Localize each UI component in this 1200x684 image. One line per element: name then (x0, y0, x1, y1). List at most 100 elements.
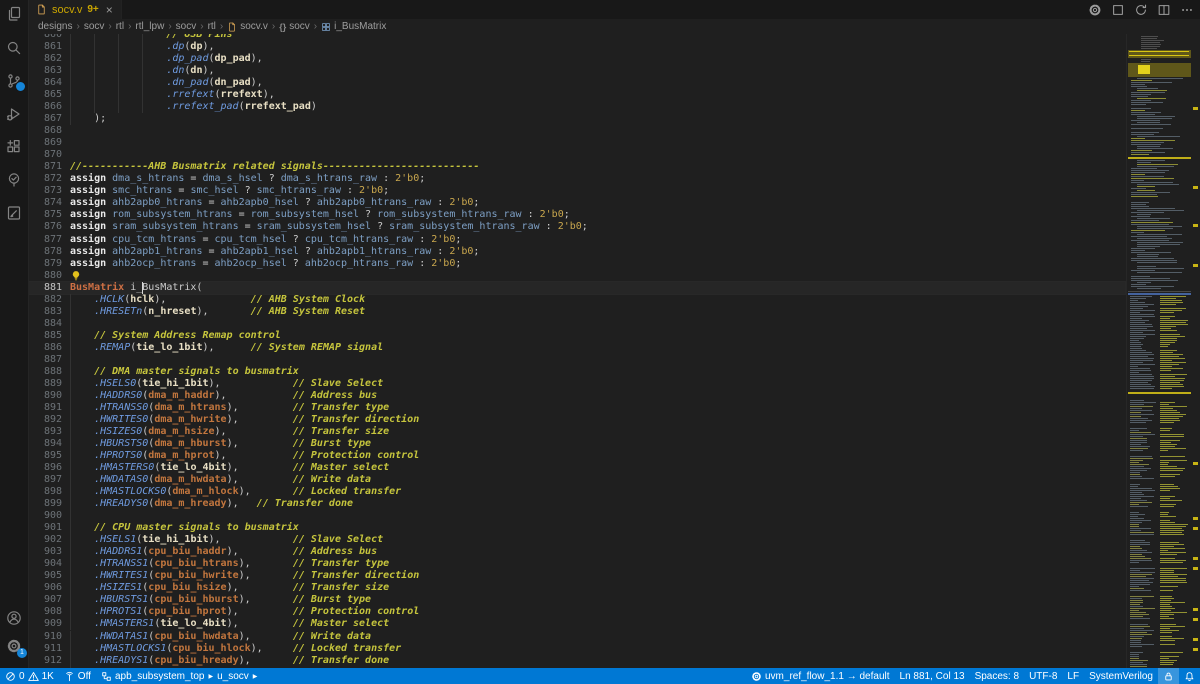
code-line-860[interactable]: 860 // USB Pins (28, 34, 1125, 41)
status-lock[interactable] (1158, 668, 1179, 684)
code-area[interactable]: 860 // USB Pins861 .dp(dp),862 .dp_pad(d… (28, 34, 1200, 668)
line-number: 862 (28, 53, 62, 65)
line-number: 877 (28, 234, 62, 246)
split-editor-icon[interactable] (1157, 3, 1171, 17)
code-line-900[interactable]: 900 (28, 510, 1125, 522)
code-line-893[interactable]: 893 .HSIZES0(dma_m_hsize), // Transfer s… (28, 426, 1125, 438)
code-line-894[interactable]: 894 .HBURSTS0(dma_m_hburst), // Burst ty… (28, 438, 1125, 450)
minimap[interactable] (1126, 34, 1192, 668)
breadcrumb-item[interactable]: rtl (116, 21, 124, 32)
code-line-886[interactable]: 886 .REMAP(tie_lo_1bit), // System REMAP… (28, 342, 1125, 354)
status-indentation[interactable]: Spaces: 8 (970, 668, 1024, 684)
code-line-906[interactable]: 906 .HSIZES1(cpu_biu_hsize), // Transfer… (28, 582, 1125, 594)
code-line-868[interactable]: 868 (28, 125, 1125, 137)
activity-account-icon[interactable] (6, 610, 22, 626)
triangle-separator-icon: ▶ (207, 673, 214, 680)
code-line-912[interactable]: 912 .HREADYS1(cpu_biu_hready), // Transf… (28, 655, 1125, 667)
code-line-884[interactable]: 884 (28, 318, 1125, 330)
code-line-867[interactable]: 867 ); (28, 113, 1125, 125)
status-cursor-position[interactable]: Ln 881, Col 13 (895, 668, 970, 684)
code-line-904[interactable]: 904 .HTRANSS1(cpu_biu_htrans), // Transf… (28, 558, 1125, 570)
code-line-889[interactable]: 889 .HSELS0(tie_hi_1bit), // Slave Selec… (28, 378, 1125, 390)
code-line-882[interactable]: 882 .HCLK(hclk), // AHB System Clock (28, 294, 1125, 306)
code-line-898[interactable]: 898 .HMASTLOCKS0(dma_m_hlock), // Locked… (28, 486, 1125, 498)
code-line-890[interactable]: 890 .HADDRS0(dma_m_haddr), // Address bu… (28, 390, 1125, 402)
breadcrumb-item[interactable]: i_BusMatrix (321, 21, 386, 32)
code-line-865[interactable]: 865 .rrefext(rrefext), (28, 89, 1125, 101)
activity-extensions-icon[interactable] (6, 139, 22, 155)
status-language-mode[interactable]: SystemVerilog (1084, 668, 1158, 684)
sync-icon[interactable] (1134, 3, 1148, 17)
status-encoding[interactable]: UTF-8 (1024, 668, 1062, 684)
status-module-scope[interactable]: apb_subsystem_top▶u_socv▶ (96, 668, 263, 684)
close-icon[interactable]: × (106, 4, 113, 16)
code-line-895[interactable]: 895 .HPROTS0(dma_m_hprot), // Protection… (28, 450, 1125, 462)
code-line-910[interactable]: 910 .HWDATAS1(cpu_biu_hwdata), // Write … (28, 631, 1125, 643)
code-line-888[interactable]: 888 // DMA master signals to busmatrix (28, 366, 1125, 378)
code-line-896[interactable]: 896 .HMASTERS0(tie_lo_4bit), // Master s… (28, 462, 1125, 474)
code-line-879[interactable]: 879assign ahb2ocp_htrans = ahb2ocp_hsel … (28, 258, 1125, 270)
breadcrumb-item[interactable]: designs (38, 21, 72, 32)
code-line-901[interactable]: 901 // CPU master signals to busmatrix (28, 522, 1125, 534)
activity-settings-icon[interactable]: 1 (6, 638, 22, 654)
lightbulb-icon[interactable] (70, 270, 82, 282)
code-line-874[interactable]: 874assign ahb2apb0_htrans = ahb2apb0_hse… (28, 197, 1125, 209)
code-line-878[interactable]: 878assign ahb2apb1_htrans = ahb2apb1_hse… (28, 246, 1125, 258)
code-line-862[interactable]: 862 .dp_pad(dp_pad), (28, 53, 1125, 65)
activity-source-control-icon[interactable] (6, 73, 22, 89)
activity-notebook-icon[interactable] (6, 205, 22, 221)
code-line-877[interactable]: 877assign cpu_tcm_htrans = cpu_tcm_hsel … (28, 234, 1125, 246)
code-line-870[interactable]: 870 (28, 149, 1125, 161)
breadcrumb-item[interactable]: rtl_lpw (135, 21, 164, 32)
activity-run-debug-icon[interactable] (6, 106, 22, 122)
code-line-873[interactable]: 873assign smc_htrans = smc_hsel ? smc_ht… (28, 185, 1125, 197)
code-line-881[interactable]: 881BusMatrix i_BusMatrix( (28, 282, 1125, 294)
activity-testing-icon[interactable] (6, 172, 22, 188)
line-number: 880 (28, 270, 62, 282)
status-profile[interactable]: uvm_ref_flow_1.1 → default (746, 668, 895, 684)
code-line-892[interactable]: 892 .HWRITES0(dma_m_hwrite), // Transfer… (28, 414, 1125, 426)
code-line-905[interactable]: 905 .HWRITES1(cpu_biu_hwrite), // Transf… (28, 570, 1125, 582)
code-line-899[interactable]: 899 .HREADYS0(dma_m_hready), // Transfer… (28, 498, 1125, 510)
editor-pane[interactable]: 860 // USB Pins861 .dp(dp),862 .dp_pad(d… (28, 34, 1200, 668)
tab-socv-v[interactable]: socv.v 9+ × (28, 0, 122, 19)
code-line-902[interactable]: 902 .HSELS1(tie_hi_1bit), // Slave Selec… (28, 534, 1125, 546)
breadcrumb-item[interactable]: socv.v (227, 21, 268, 32)
code-line-903[interactable]: 903 .HADDRS1(cpu_biu_haddr), // Address … (28, 546, 1125, 558)
code-line-876[interactable]: 876assign sram_subsystem_htrans = sram_s… (28, 221, 1125, 233)
code-line-864[interactable]: 864 .dn_pad(dn_pad), (28, 77, 1125, 89)
code-line-869[interactable]: 869 (28, 137, 1125, 149)
breadcrumb-item[interactable]: socv (176, 21, 197, 32)
code-line-911[interactable]: 911 .HMASTLOCKS1(cpu_biu_hlock), // Lock… (28, 643, 1125, 655)
code-line-861[interactable]: 861 .dp(dp), (28, 41, 1125, 53)
code-line-909[interactable]: 909 .HMASTERS1(tie_lo_4bit), // Master s… (28, 618, 1125, 630)
code-line-887[interactable]: 887 (28, 354, 1125, 366)
code-line-863[interactable]: 863 .dn(dn), (28, 65, 1125, 77)
breadcrumb-item[interactable]: {}socv (279, 21, 310, 32)
activity-explorer-icon[interactable] (6, 6, 22, 22)
code-line-885[interactable]: 885 // System Address Remap control (28, 330, 1125, 342)
code-line-883[interactable]: 883 .HRESETn(n_hreset), // AHB System Re… (28, 306, 1125, 318)
line-number: 870 (28, 149, 62, 161)
chevron-right-icon: › (219, 21, 224, 32)
code-line-872[interactable]: 872assign dma_s_htrans = dma_s_hsel ? dm… (28, 173, 1125, 185)
status-eol[interactable]: LF (1062, 668, 1084, 684)
breadcrumb-item[interactable]: rtl (208, 21, 216, 32)
activity-search-icon[interactable] (6, 40, 22, 56)
code-line-908[interactable]: 908 .HPROTS1(cpu_biu_hprot), // Protecti… (28, 606, 1125, 618)
status-problems[interactable]: 01K (0, 668, 59, 684)
code-line-907[interactable]: 907 .HBURSTS1(cpu_biu_hburst), // Burst … (28, 594, 1125, 606)
code-line-891[interactable]: 891 .HTRANSS0(dma_m_htrans), // Transfer… (28, 402, 1125, 414)
code-line-875[interactable]: 875assign rom_subsystem_htrans = rom_sub… (28, 209, 1125, 221)
breadcrumb-item[interactable]: socv (84, 21, 105, 32)
code-line-897[interactable]: 897 .HWDATAS0(dma_m_hwdata), // Write da… (28, 474, 1125, 486)
gear-icon[interactable] (1088, 3, 1102, 17)
line-number: 892 (28, 414, 62, 426)
status-remote-indicator[interactable]: Off (59, 668, 96, 684)
more-actions-icon[interactable] (1180, 3, 1194, 17)
code-line-871[interactable]: 871//-----------AHB Busmatrix related si… (28, 161, 1125, 173)
code-line-866[interactable]: 866 .rrefext_pad(rrefext_pad) (28, 101, 1125, 113)
square-icon[interactable] (1111, 3, 1125, 17)
status-notifications[interactable] (1179, 668, 1200, 684)
code-line-880[interactable]: 880 (28, 270, 1125, 282)
